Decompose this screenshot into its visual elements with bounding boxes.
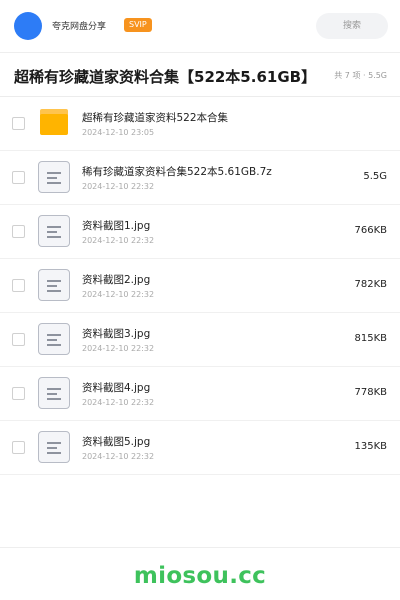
svip-badge: SVIP	[124, 18, 152, 32]
avatar[interactable]	[14, 12, 42, 40]
select-checkbox[interactable]	[12, 387, 25, 400]
document-icon	[38, 431, 70, 463]
top-bar: 夸克网盘分享 SVIP 搜索	[0, 0, 400, 52]
file-date: 2024-12-10 22:32	[82, 344, 155, 353]
select-checkbox[interactable]	[12, 441, 25, 454]
share-summary: 共 7 项 · 5.5G	[334, 71, 387, 80]
select-checkbox[interactable]	[12, 225, 25, 238]
file-size: 766KB	[354, 225, 387, 236]
file-date: 2024-12-10 22:32	[82, 182, 155, 191]
select-checkbox[interactable]	[12, 117, 25, 130]
document-icon	[38, 269, 70, 301]
list-item[interactable]: 资料截图5.jpg 2024-12-10 22:32 135KB	[0, 421, 400, 475]
document-icon	[38, 323, 70, 355]
file-list: 超稀有珍藏道家资料522本合集 2024-12-10 23:05 稀有珍藏道家资…	[0, 97, 400, 475]
file-name: 资料截图3.jpg	[82, 328, 151, 340]
file-size: 782KB	[354, 279, 387, 290]
file-date: 2024-12-10 22:32	[82, 452, 155, 461]
list-item[interactable]: 资料截图4.jpg 2024-12-10 22:32 778KB	[0, 367, 400, 421]
file-name: 资料截图4.jpg	[82, 382, 151, 394]
file-size: 5.5G	[363, 171, 387, 182]
list-item[interactable]: 超稀有珍藏道家资料522本合集 2024-12-10 23:05	[0, 97, 400, 151]
select-checkbox[interactable]	[12, 171, 25, 184]
document-icon	[38, 377, 70, 409]
list-item[interactable]: 资料截图1.jpg 2024-12-10 22:32 766KB	[0, 205, 400, 259]
file-date: 2024-12-10 23:05	[82, 128, 155, 137]
brand-name: 夸克网盘分享	[52, 22, 107, 32]
file-date: 2024-12-10 22:32	[82, 236, 155, 245]
file-name: 资料截图5.jpg	[82, 436, 151, 448]
file-size: 815KB	[354, 333, 387, 344]
list-item[interactable]: 稀有珍藏道家资料合集522本5.61GB.7z 2024-12-10 22:32…	[0, 151, 400, 205]
search-input[interactable]: 搜索	[316, 13, 388, 39]
select-checkbox[interactable]	[12, 333, 25, 346]
document-icon	[38, 161, 70, 193]
page-title: 超稀有珍藏道家资料合集【522本5.61GB】	[14, 68, 317, 86]
file-name: 超稀有珍藏道家资料522本合集	[82, 112, 229, 124]
file-size: 778KB	[354, 387, 387, 398]
file-name: 资料截图2.jpg	[82, 274, 151, 286]
folder-icon	[40, 109, 68, 135]
divider	[0, 547, 400, 548]
file-name: 资料截图1.jpg	[82, 220, 151, 232]
document-icon	[38, 215, 70, 247]
list-item[interactable]: 资料截图3.jpg 2024-12-10 22:32 815KB	[0, 313, 400, 367]
file-name: 稀有珍藏道家资料合集522本5.61GB.7z	[82, 166, 272, 178]
file-date: 2024-12-10 22:32	[82, 290, 155, 299]
watermark-text: miosou.cc	[133, 563, 267, 589]
file-date: 2024-12-10 22:32	[82, 398, 155, 407]
select-checkbox[interactable]	[12, 279, 25, 292]
list-item[interactable]: 资料截图2.jpg 2024-12-10 22:32 782KB	[0, 259, 400, 313]
share-title-bar: 超稀有珍藏道家资料合集【522本5.61GB】 共 7 项 · 5.5G	[0, 53, 400, 97]
file-size: 135KB	[354, 441, 387, 452]
